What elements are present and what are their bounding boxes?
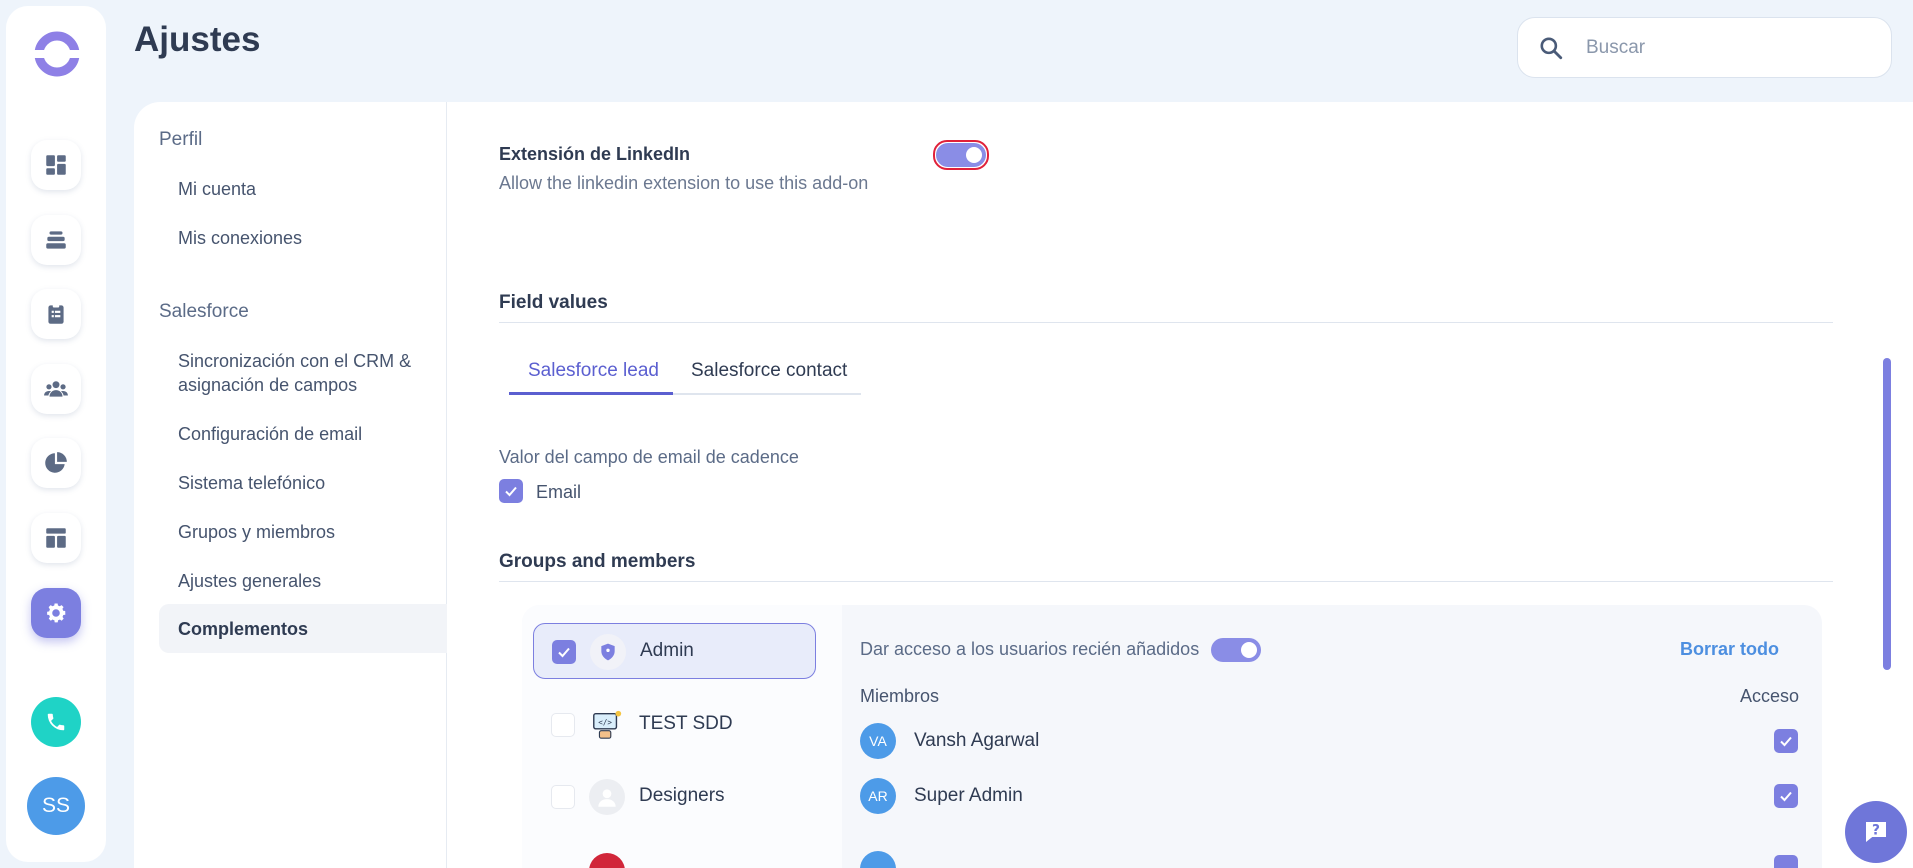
nav-item-addons[interactable]: Complementos bbox=[159, 604, 447, 653]
search-icon bbox=[1540, 37, 1563, 60]
search-box[interactable] bbox=[1517, 17, 1892, 78]
help-button[interactable]: ? bbox=[1845, 801, 1907, 863]
group-checkbox-admin[interactable] bbox=[552, 640, 576, 664]
nav-settings-button[interactable] bbox=[31, 588, 81, 638]
clipboard-icon bbox=[48, 304, 64, 324]
pie-chart-icon bbox=[45, 452, 67, 473]
linkedin-extension-title: Extensión de LinkedIn bbox=[499, 144, 691, 164]
field-values-divider bbox=[499, 322, 1833, 323]
nav-tasks-button[interactable] bbox=[31, 289, 81, 339]
layout-icon bbox=[46, 528, 66, 548]
addons-content: Extensión de LinkedIn Allow the linkedin… bbox=[447, 102, 1913, 868]
groups-list: Admin </> TEST SDD Designers bbox=[522, 605, 842, 868]
field-values-title: Field values bbox=[499, 292, 608, 313]
new-users-access-label: Dar acceso a los usuarios recién añadido… bbox=[860, 639, 1200, 659]
members-panel: Dar acceso a los usuarios recién añadido… bbox=[842, 605, 1822, 868]
member-name: Vansh Agarwal bbox=[914, 730, 1040, 751]
members-header: Miembros bbox=[860, 686, 940, 706]
member-avatar: AR bbox=[860, 778, 896, 814]
tab-salesforce-contact[interactable]: Salesforce contact bbox=[691, 360, 847, 382]
linkedin-extension-description: Allow the linkedin extension to use this… bbox=[499, 173, 869, 193]
nav-item-my-account[interactable]: Mi cuenta bbox=[159, 177, 447, 201]
settings-nav: Perfil Mi cuenta Mis conexiones Salesfor… bbox=[134, 102, 447, 868]
member-avatar-partial bbox=[860, 851, 896, 868]
nav-dashboard-button[interactable] bbox=[31, 140, 81, 190]
nav-item-groups-members[interactable]: Grupos y miembros bbox=[159, 520, 447, 544]
clear-all-button[interactable]: Borrar todo bbox=[1680, 639, 1779, 660]
app-sidebar: SS bbox=[6, 6, 106, 862]
tab-salesforce-lead[interactable]: Salesforce lead bbox=[528, 360, 659, 382]
checkmark-icon bbox=[558, 647, 570, 658]
nav-item-my-connections[interactable]: Mis conexiones bbox=[159, 226, 447, 250]
settings-card: Perfil Mi cuenta Mis conexiones Salesfor… bbox=[134, 102, 1913, 868]
search-input[interactable] bbox=[1586, 32, 1876, 64]
group-avatar-partial bbox=[589, 853, 625, 868]
nav-section-profile[interactable]: Perfil bbox=[159, 129, 202, 151]
nav-item-crm-sync[interactable]: Sincronización con el CRM & asignación d… bbox=[159, 349, 447, 397]
user-placeholder-icon bbox=[598, 789, 616, 807]
email-field-label: Valor del campo de email de cadence bbox=[499, 447, 799, 467]
member-avatar: VA bbox=[860, 723, 896, 759]
group-avatar-designers bbox=[589, 779, 625, 815]
nav-people-button[interactable] bbox=[31, 364, 81, 414]
shield-icon bbox=[601, 643, 615, 661]
group-checkbox-designers[interactable] bbox=[551, 785, 575, 809]
email-checkbox[interactable] bbox=[499, 479, 523, 503]
active-tab-indicator bbox=[509, 392, 673, 395]
checkmark-icon bbox=[1780, 736, 1792, 747]
member-access-checkbox[interactable] bbox=[1774, 729, 1798, 753]
app-logo[interactable] bbox=[33, 30, 81, 78]
groups-members-divider bbox=[499, 581, 1833, 582]
toggle-knob bbox=[1241, 642, 1257, 658]
help-icon: ? bbox=[1866, 822, 1886, 842]
access-header: Acceso bbox=[1740, 686, 1800, 706]
page-title: Ajustes bbox=[134, 20, 261, 59]
checkmark-icon bbox=[505, 486, 517, 497]
groups-members-title: Groups and members bbox=[499, 551, 696, 572]
toggle-knob bbox=[966, 147, 982, 163]
nav-item-phone-system[interactable]: Sistema telefónico bbox=[159, 471, 447, 495]
nav-item-email-config[interactable]: Configuración de email bbox=[159, 422, 447, 446]
group-avatar-admin bbox=[590, 634, 626, 670]
svg-text:</>: </> bbox=[598, 718, 612, 727]
email-option-label: Email bbox=[536, 482, 582, 502]
group-row-test-sdd[interactable]: </> TEST SDD bbox=[533, 697, 816, 753]
group-avatar-test-sdd: </> bbox=[589, 707, 625, 743]
member-name: Super Admin bbox=[914, 785, 1023, 806]
group-name-designers: Designers bbox=[639, 785, 725, 806]
group-name-admin: Admin bbox=[640, 640, 694, 661]
groups-panel: Admin </> TEST SDD Designers Dar acceso … bbox=[522, 605, 1822, 868]
new-users-access-toggle[interactable] bbox=[1211, 638, 1261, 662]
nav-cadences-button[interactable] bbox=[31, 215, 81, 265]
group-row-admin[interactable]: Admin bbox=[533, 623, 816, 679]
dashboard-icon bbox=[46, 155, 66, 175]
stack-icon bbox=[46, 231, 66, 249]
member-access-checkbox-partial[interactable] bbox=[1774, 855, 1798, 868]
developer-icon: </> bbox=[593, 710, 622, 739]
dialer-button[interactable] bbox=[31, 697, 81, 747]
phone-icon bbox=[47, 713, 65, 731]
svg-text:?: ? bbox=[1872, 823, 1880, 839]
user-avatar[interactable]: SS bbox=[27, 777, 85, 835]
group-row-designers[interactable]: Designers bbox=[533, 769, 816, 825]
nav-item-general-settings[interactable]: Ajustes generales bbox=[159, 569, 447, 593]
logo-icon bbox=[33, 31, 81, 77]
group-name-test-sdd: TEST SDD bbox=[639, 713, 733, 734]
group-checkbox-test-sdd[interactable] bbox=[551, 713, 575, 737]
nav-templates-button[interactable] bbox=[31, 513, 81, 563]
checkmark-icon bbox=[1780, 791, 1792, 802]
member-access-checkbox[interactable] bbox=[1774, 784, 1798, 808]
gear-icon bbox=[47, 603, 66, 623]
linkedin-extension-toggle[interactable] bbox=[936, 143, 986, 167]
page-scrollbar[interactable] bbox=[1883, 358, 1891, 670]
nav-section-salesforce[interactable]: Salesforce bbox=[159, 301, 249, 323]
people-icon bbox=[44, 381, 68, 397]
nav-analytics-button[interactable] bbox=[31, 438, 81, 488]
